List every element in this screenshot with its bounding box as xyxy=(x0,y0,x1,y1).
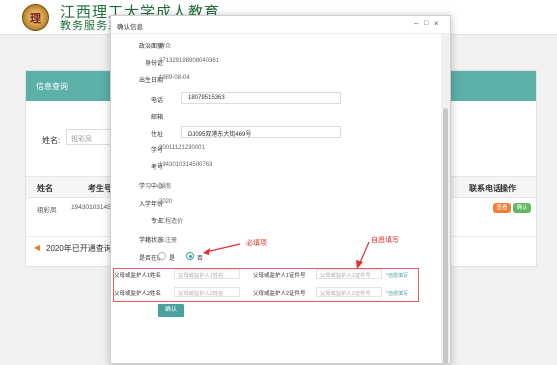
optional-arrow-head xyxy=(356,260,363,269)
required-annotation: 必填项 xyxy=(246,240,267,247)
annotation-arrows xyxy=(203,241,370,269)
optional-annotation: 自愿填写 xyxy=(371,237,399,244)
required-arrow-head xyxy=(203,248,210,255)
required-arrow-line xyxy=(205,243,241,253)
